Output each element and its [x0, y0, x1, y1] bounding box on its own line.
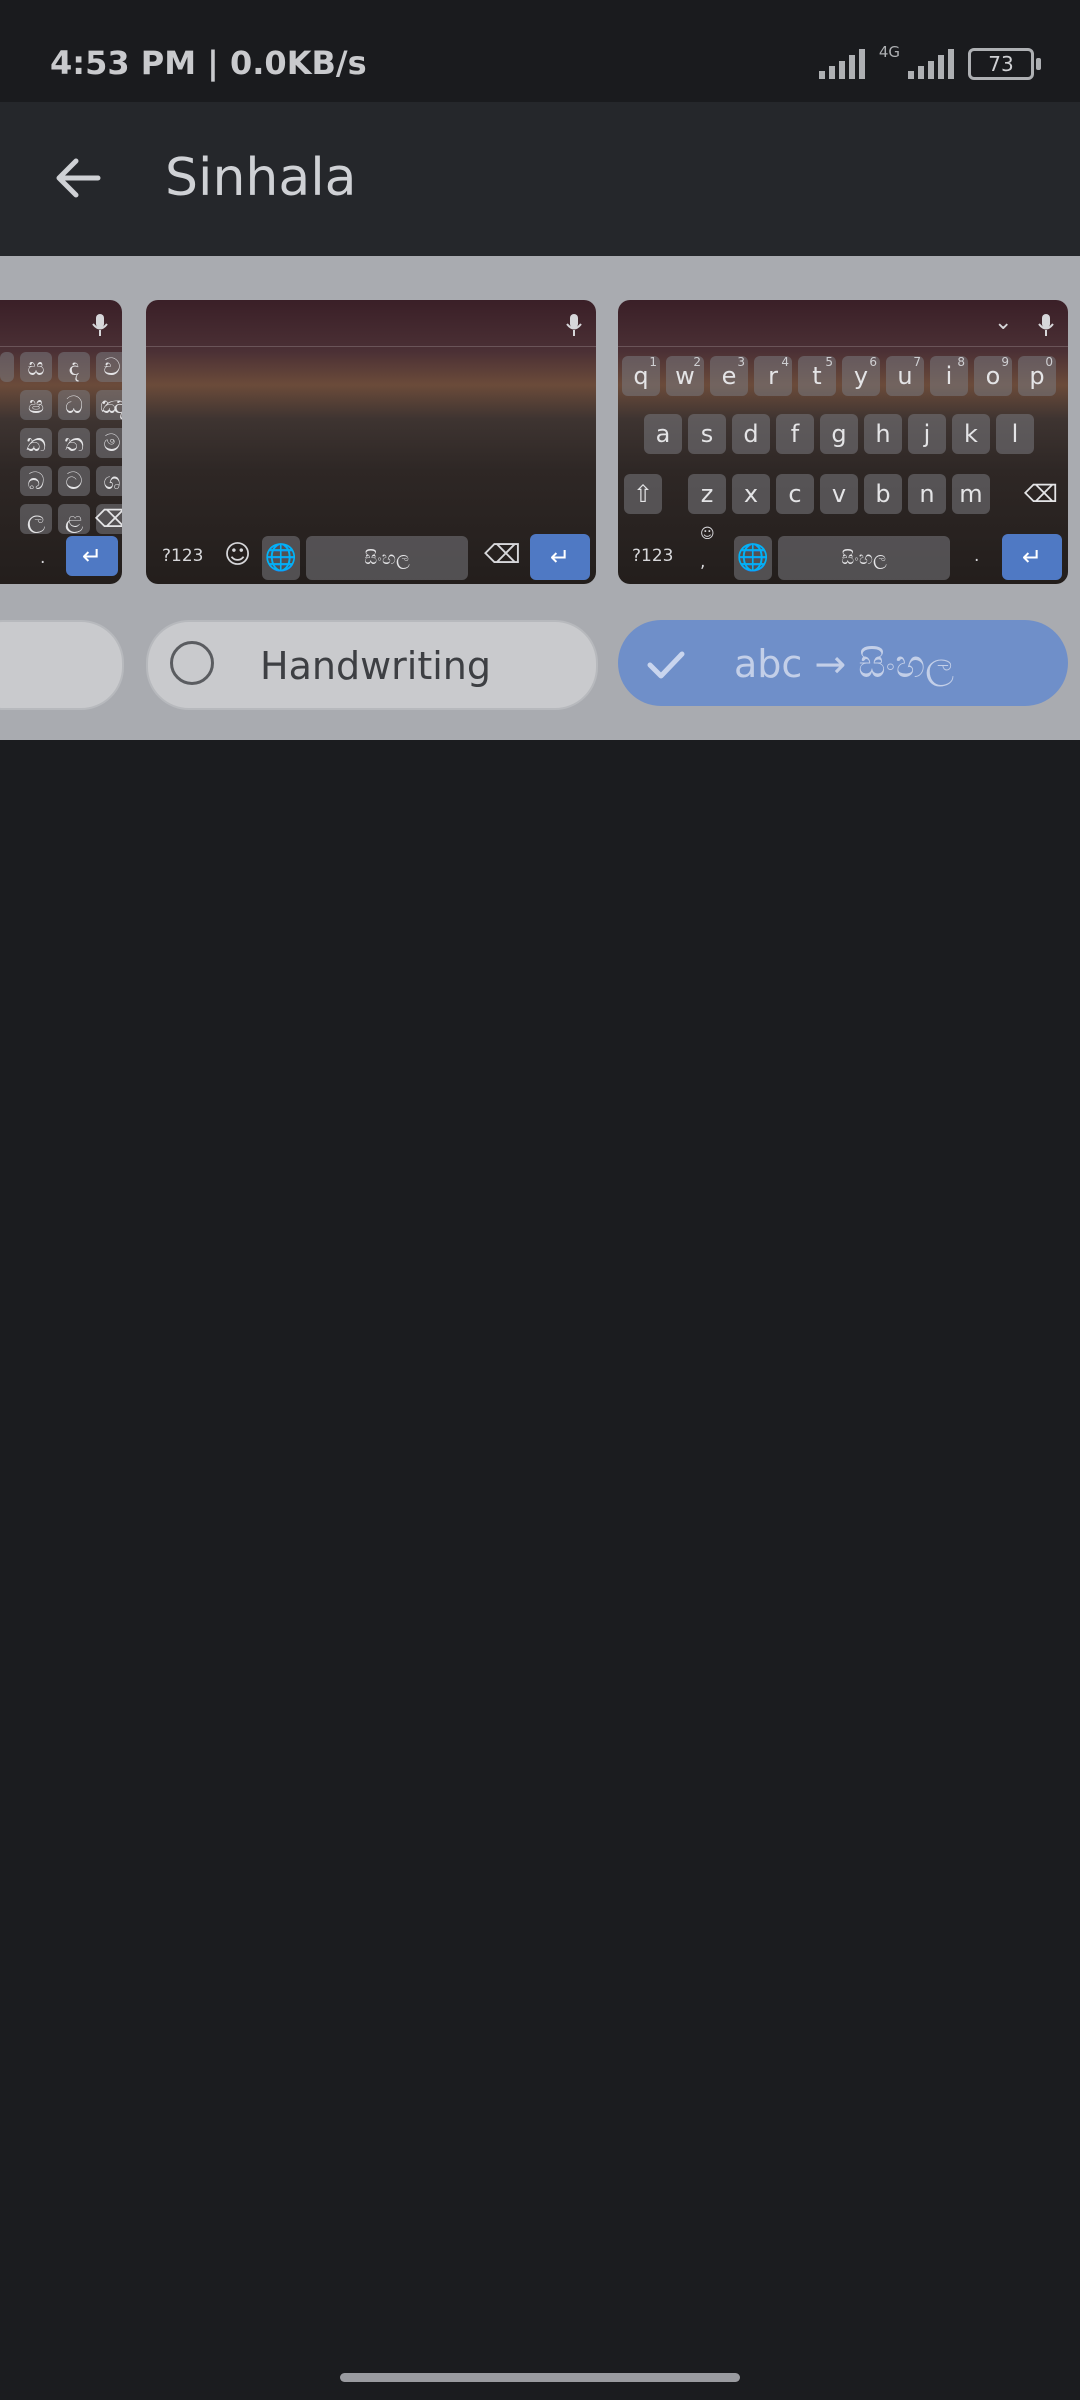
key-u: u7 — [886, 355, 924, 396]
key-b: b — [864, 474, 902, 514]
backspace-icon: ⌫ — [1024, 480, 1058, 508]
comma-key: , — [700, 552, 706, 572]
key-g: g — [820, 414, 858, 454]
option-handwriting-label: Handwriting — [260, 644, 491, 688]
key: ස — [20, 352, 52, 382]
option-transliteration-label: abc → සිංහල — [734, 642, 955, 686]
period-key: . — [40, 548, 46, 568]
backspace-icon: ⌫ — [484, 540, 521, 570]
page-title: Sinhala — [165, 148, 357, 208]
status-bar: 4:53 PM | 0.0KB/s 4G 73 — [0, 0, 1080, 102]
option-sinhala[interactable] — [0, 620, 124, 710]
space-key: සිංහල — [778, 536, 950, 580]
app-bar: Sinhala — [0, 102, 1080, 256]
battery-icon: 73 — [968, 48, 1041, 80]
key-c: c — [776, 474, 814, 514]
status-icons: 4G 73 — [818, 43, 1041, 84]
key-w: w2 — [666, 355, 704, 396]
shift-icon: ⇧ — [624, 474, 662, 514]
home-indicator[interactable] — [340, 2373, 740, 2382]
back-arrow-icon[interactable] — [48, 148, 108, 208]
radio-unchecked-icon — [170, 641, 214, 685]
key-a: a — [644, 414, 682, 454]
globe-icon: 🌐 — [734, 536, 772, 580]
key: ෂ — [20, 390, 52, 420]
enter-icon: ↵ — [66, 536, 118, 576]
check-icon — [647, 651, 685, 679]
backspace-icon: ⌫ — [95, 504, 122, 534]
key-hint: 0 — [1045, 355, 1053, 369]
key-hint: 1 — [649, 355, 657, 369]
layout-preview-handwriting[interactable]: ?123 ☺ 🌐 සිංහල ⌫ ↵ — [146, 300, 596, 584]
key-s: s — [688, 414, 726, 454]
key-f: f — [776, 414, 814, 454]
key: ක — [20, 428, 52, 458]
key: ච — [96, 352, 122, 382]
space-key: සිංහල — [306, 536, 468, 580]
key-l: l — [996, 414, 1034, 454]
key-h: h — [864, 414, 902, 454]
chevron-down-icon: ⌄ — [994, 310, 1013, 335]
enter-icon: ↵ — [1002, 534, 1062, 580]
emoji-icon: ☺ — [700, 526, 715, 542]
enter-icon: ↵ — [530, 534, 590, 580]
signal-icon — [818, 49, 865, 79]
key: ද — [58, 352, 90, 382]
key-e: e3 — [710, 355, 748, 396]
key-k: k — [952, 414, 990, 454]
signal-icon-2 — [908, 49, 954, 79]
network-type: 4G — [878, 43, 900, 61]
key-hint: 7 — [913, 355, 921, 369]
key: ත — [58, 428, 90, 458]
globe-icon: 🌐 — [262, 536, 300, 580]
key: ට — [58, 466, 90, 496]
key-hint: 2 — [693, 355, 701, 369]
key: බ — [20, 466, 52, 496]
symbols-key: ?123 — [632, 546, 674, 566]
layout-picker: ස ද ච ෂ ධ ඤ ක ත ම බ ට ශ ල ළ ⌫ . ↵ ?123 ☺… — [0, 256, 1080, 740]
key-o: o9 — [974, 355, 1012, 396]
key-t: t5 — [798, 355, 836, 396]
key: ධ — [58, 390, 90, 420]
key-y: y6 — [842, 355, 880, 396]
key-m: m — [952, 474, 990, 514]
layout-preview-sinhala[interactable]: ස ද ච ෂ ධ ඤ ක ත ම බ ට ශ ල ළ ⌫ . ↵ — [0, 300, 122, 584]
key: ඤ — [96, 390, 122, 420]
option-handwriting[interactable]: Handwriting — [146, 620, 598, 710]
status-time: 4:53 PM | 0.0KB/s — [50, 44, 367, 82]
emoji-icon: ☺ — [224, 540, 252, 570]
key-d: d — [732, 414, 770, 454]
key-q: q1 — [622, 355, 660, 396]
key-hint: 6 — [869, 355, 877, 369]
key-hint: 8 — [957, 355, 965, 369]
key-r: r4 — [754, 355, 792, 396]
key: ශ — [96, 466, 122, 496]
option-transliteration[interactable]: abc → සිංහල — [618, 620, 1068, 706]
key-p: p0 — [1018, 355, 1056, 396]
layout-preview-transliteration[interactable]: ⌄ q1w2e3r4t5y6u7i8o9p0 asdfghjkl ⇧ zxcvb… — [618, 300, 1068, 584]
battery-level: 73 — [988, 52, 1014, 76]
microphone-icon — [1038, 314, 1054, 336]
period-key: . — [974, 546, 980, 566]
key-x: x — [732, 474, 770, 514]
key-hint: 9 — [1001, 355, 1009, 369]
key: ළ — [58, 504, 90, 534]
key-n: n — [908, 474, 946, 514]
key: ල — [20, 504, 52, 534]
key-hint: 3 — [737, 355, 745, 369]
microphone-icon — [92, 314, 108, 336]
key-hint: 4 — [781, 355, 789, 369]
symbols-key: ?123 — [162, 546, 204, 566]
key-z: z — [688, 474, 726, 514]
key-j: j — [908, 414, 946, 454]
key: ම — [96, 428, 122, 458]
microphone-icon — [566, 314, 582, 336]
key-hint: 5 — [825, 355, 833, 369]
key-i: i8 — [930, 355, 968, 396]
key-v: v — [820, 474, 858, 514]
